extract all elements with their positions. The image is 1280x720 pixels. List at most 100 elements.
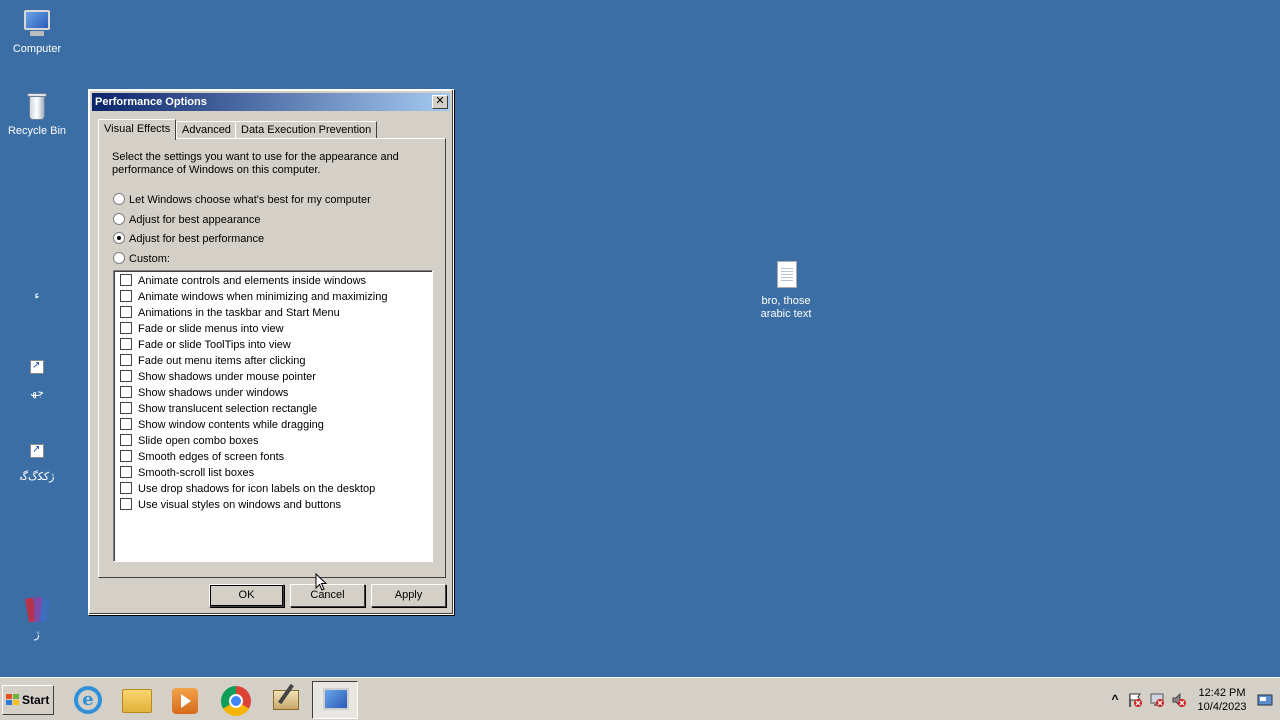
checkbox[interactable]: [120, 322, 132, 334]
radio-let-windows-choose[interactable]: Let Windows choose what's best for my co…: [113, 193, 371, 207]
pen-tablet-icon: [273, 690, 299, 710]
list-item[interactable]: Show shadows under windows: [120, 386, 288, 402]
checkbox[interactable]: [120, 290, 132, 302]
tab-visual-effects[interactable]: Visual Effects: [98, 119, 177, 140]
visual-effects-panel: Select the settings you want to use for …: [98, 138, 446, 578]
list-item[interactable]: Animations in the taskbar and Start Menu: [120, 306, 340, 322]
checkbox[interactable]: [120, 354, 132, 366]
option-label: Smooth edges of screen fonts: [138, 451, 285, 463]
start-button[interactable]: Start: [2, 685, 54, 715]
desktop-icon-label: ء: [34, 290, 40, 302]
show-desktop-icon[interactable]: [1257, 692, 1273, 708]
list-item[interactable]: Show translucent selection rectangle: [120, 402, 317, 418]
option-label: Fade or slide ToolTips into view: [138, 339, 291, 351]
desktop-icon-computer[interactable]: Computer: [0, 8, 74, 56]
list-item[interactable]: Slide open combo boxes: [120, 434, 258, 450]
list-item[interactable]: Fade or slide menus into view: [120, 322, 284, 338]
performance-options-dialog: Performance Options ✕ Visual Effects Adv…: [88, 89, 454, 615]
radio-label: Let Windows choose what's best for my co…: [129, 194, 371, 206]
volume-muted-icon[interactable]: [1171, 692, 1187, 708]
list-item[interactable]: Smooth edges of screen fonts: [120, 450, 284, 466]
show-hidden-icons-icon[interactable]: ^: [1107, 692, 1123, 708]
list-item[interactable]: Fade out menu items after clicking: [120, 354, 306, 370]
option-label: Animate controls and elements inside win…: [138, 275, 367, 287]
list-item[interactable]: Smooth-scroll list boxes: [120, 466, 254, 482]
checkbox[interactable]: [120, 370, 132, 382]
radio-button[interactable]: [113, 252, 125, 264]
visual-effects-list[interactable]: Animate controls and elements inside win…: [113, 270, 433, 562]
option-label: Smooth-scroll list boxes: [138, 467, 255, 479]
desktop-icon-arabic-4[interactable]: ﮊ: [0, 594, 74, 642]
desktop-icon-label: Computer: [12, 43, 62, 55]
taskbar-app-chrome[interactable]: [213, 681, 259, 719]
tab-data-execution-prevention[interactable]: Data Execution Prevention: [235, 121, 378, 139]
desktop-icon-label: ﮊﮐﮑﮒﮔﮦ: [19, 471, 55, 483]
radio-button[interactable]: [113, 232, 125, 244]
desktop-icon-label: ﺟﮫ: [30, 387, 44, 399]
taskbar-app-pen-tablet[interactable]: [263, 681, 309, 719]
desktop-icon-recycle-bin[interactable]: Recycle Bin: [0, 90, 74, 138]
list-item[interactable]: Fade or slide ToolTips into view: [120, 338, 291, 354]
list-item[interactable]: Show window contents while dragging: [120, 418, 324, 434]
system-tray: ^ 12:42 PM 10/4/2023: [1105, 683, 1280, 717]
desktop-icon-arabic-1[interactable]: ء: [0, 290, 74, 303]
ok-button[interactable]: OK: [209, 584, 284, 607]
checkbox[interactable]: [120, 466, 132, 478]
cancel-button[interactable]: Cancel: [290, 584, 365, 607]
dialog-title: Performance Options: [95, 96, 207, 108]
list-item[interactable]: Animate controls and elements inside win…: [120, 274, 366, 290]
start-label: Start: [22, 693, 50, 707]
option-label: Use visual styles on windows and buttons: [138, 499, 341, 511]
desktop-icon-arabic-3[interactable]: ﮊﮐﮑﮒﮔﮦ: [0, 436, 74, 484]
taskbar-app-file-explorer[interactable]: [114, 681, 160, 719]
radio-button[interactable]: [113, 193, 125, 205]
media-player-icon: [172, 688, 198, 714]
checkbox[interactable]: [120, 402, 132, 414]
option-label: Show shadows under mouse pointer: [138, 371, 316, 383]
radio-custom[interactable]: Custom:: [113, 252, 170, 266]
dialog-titlebar[interactable]: Performance Options ✕: [92, 93, 450, 111]
desktop-icon-arabic-2[interactable]: ﺟﮫ: [0, 352, 74, 400]
list-item[interactable]: Animate windows when minimizing and maxi…: [120, 290, 387, 306]
checkbox[interactable]: [120, 418, 132, 430]
radio-best-appearance[interactable]: Adjust for best appearance: [113, 213, 260, 227]
internet-explorer-icon: e: [74, 686, 102, 714]
taskbar-app-internet-explorer[interactable]: e: [65, 681, 111, 719]
desktop-icon-text-file[interactable]: bro, those arabic text: [749, 260, 823, 321]
radio-label: Adjust for best performance: [129, 233, 265, 245]
folder-icon: [122, 689, 152, 713]
checkbox[interactable]: [120, 306, 132, 318]
tab-advanced[interactable]: Advanced: [176, 121, 237, 139]
list-item[interactable]: Show shadows under mouse pointer: [120, 370, 316, 386]
shortcut-icon: [21, 436, 53, 468]
checkbox[interactable]: [120, 386, 132, 398]
option-label: Animate windows when minimizing and maxi…: [138, 291, 388, 303]
checkbox[interactable]: [120, 482, 132, 494]
radio-best-performance[interactable]: Adjust for best performance: [113, 232, 264, 246]
option-label: Show shadows under windows: [138, 387, 289, 399]
text-file-icon: [770, 260, 802, 292]
action-center-icon[interactable]: [1127, 692, 1143, 708]
list-item[interactable]: Use visual styles on windows and buttons: [120, 498, 341, 514]
taskbar-app-media-player[interactable]: [162, 681, 208, 719]
performance-options-icon: [323, 688, 349, 710]
checkbox[interactable]: [120, 338, 132, 350]
checkbox[interactable]: [120, 450, 132, 462]
option-label: Slide open combo boxes: [138, 435, 259, 447]
option-label: Show translucent selection rectangle: [138, 403, 318, 415]
clock-time: 12:42 PM: [1198, 687, 1246, 699]
option-label: Fade out menu items after clicking: [138, 355, 306, 367]
close-button[interactable]: ✕: [432, 95, 448, 109]
radio-label: Adjust for best appearance: [129, 214, 261, 226]
checkbox[interactable]: [120, 434, 132, 446]
clock-date: 10/4/2023: [1197, 701, 1247, 713]
radio-button[interactable]: [113, 213, 125, 225]
intro-text: Select the settings you want to use for …: [112, 151, 399, 176]
apply-button[interactable]: Apply: [371, 584, 446, 607]
checkbox[interactable]: [120, 498, 132, 510]
taskbar-app-performance-options[interactable]: [312, 681, 358, 719]
list-item[interactable]: Use drop shadows for icon labels on the …: [120, 482, 375, 498]
network-icon[interactable]: [1149, 692, 1165, 708]
checkbox[interactable]: [120, 274, 132, 286]
clock[interactable]: 12:42 PM 10/4/2023: [1193, 686, 1251, 714]
